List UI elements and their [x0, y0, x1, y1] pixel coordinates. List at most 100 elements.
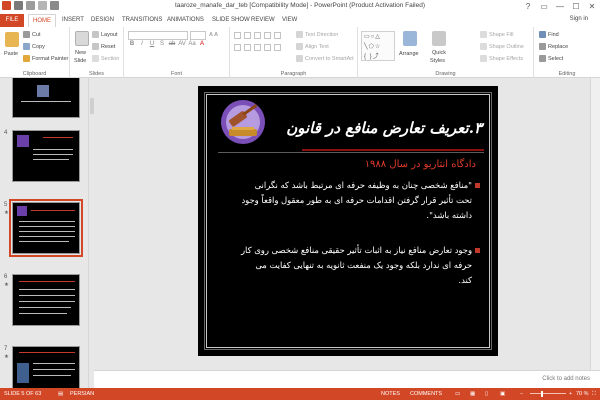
slide-thumbnail[interactable] [12, 274, 80, 326]
new-slide-button-line2[interactable]: Slide [74, 58, 86, 64]
select-label: Select [548, 55, 564, 62]
thumbnail-line [33, 363, 75, 364]
section-button[interactable]: Section [92, 55, 119, 62]
ribbon-display-button[interactable]: ▭ [536, 0, 552, 13]
normal-view-icon[interactable]: ▭ [455, 388, 460, 400]
tab-review[interactable]: REVIEW [247, 14, 279, 27]
sign-in-link[interactable]: Sign in [570, 16, 588, 22]
quick-styles-icon[interactable] [432, 31, 446, 46]
maximize-button[interactable]: ☐ [568, 0, 584, 13]
reset-button[interactable]: Reset [92, 43, 115, 50]
paragraph-group: Text Direction Align Text Convert to Sma… [230, 27, 358, 78]
change-case-icon[interactable]: Aa [188, 41, 196, 47]
char-spacing-icon[interactable]: AV [178, 41, 186, 47]
close-button[interactable]: ✕ [584, 0, 600, 13]
line-spacing-icon[interactable] [274, 32, 281, 39]
paste-button[interactable]: Paste [4, 51, 18, 57]
slide-subtitle[interactable]: دادگاه انتاریو در سال ۱۹۸۸ [365, 159, 476, 170]
align-left-icon[interactable] [234, 44, 241, 51]
zoom-slider[interactable] [530, 393, 566, 394]
zoom-slider-thumb[interactable] [541, 391, 543, 397]
bold-icon[interactable]: B [128, 41, 136, 47]
thumbnail-line [33, 154, 73, 155]
fit-to-window-icon[interactable]: ⛶ [592, 388, 596, 400]
increase-indent-icon[interactable] [264, 32, 271, 39]
font-color-icon[interactable]: A [198, 41, 206, 47]
notes-button[interactable]: NOTES [381, 388, 400, 400]
reset-icon [92, 43, 99, 50]
font-size-box[interactable] [190, 31, 206, 40]
grow-font-icon[interactable]: A A [209, 32, 218, 38]
numbering-icon[interactable] [244, 32, 251, 39]
find-icon [539, 31, 546, 38]
shadow-icon[interactable]: S [158, 41, 166, 47]
slides-group: New Slide Layout Reset Section Slides [70, 27, 124, 78]
slide-thumbnail-selected[interactable] [9, 199, 83, 257]
slide-paragraph-1[interactable]: "منافع شخصی چنان به وظیفه حرفه ای مرتبط … [240, 178, 472, 223]
slide-scrollbar[interactable] [590, 78, 600, 370]
replace-label: Replace [548, 43, 569, 50]
replace-button[interactable]: Replace [539, 43, 568, 50]
tab-home[interactable]: HOME [28, 14, 56, 27]
font-name-box[interactable] [128, 31, 188, 40]
current-slide[interactable]: ۳.تعریف تعارض منافع در قانون دادگاه انتا… [198, 86, 498, 356]
copy-button[interactable]: Copy [23, 43, 45, 50]
bullets-icon[interactable] [234, 32, 241, 39]
tab-transitions[interactable]: TRANSITIONS [118, 14, 166, 27]
zoom-out-button[interactable]: − [520, 388, 523, 400]
columns-icon[interactable] [274, 44, 281, 51]
tab-insert[interactable]: INSERT [58, 14, 88, 27]
shapes-gallery[interactable]: ▭○△ ╲⬠☆{ }⤴ [361, 31, 395, 61]
underline-icon[interactable]: U [148, 41, 156, 47]
select-button[interactable]: Select [539, 55, 563, 62]
paste-icon[interactable] [5, 32, 19, 47]
slideshow-view-icon[interactable]: ▣ [500, 388, 505, 400]
slide-title[interactable]: ۳.تعریف تعارض منافع در قانون [286, 119, 482, 137]
tab-animations[interactable]: ANIMATIONS [163, 14, 208, 27]
notes-pane[interactable]: Click to add notes [94, 370, 600, 388]
window-title: taaroze_manafe_dar_teb [Compatibility Mo… [174, 2, 425, 9]
slide-thumbnail[interactable] [12, 346, 80, 388]
slide-thumbnail[interactable] [12, 78, 80, 118]
shape-outline-button[interactable]: Shape Outline [480, 43, 524, 50]
comments-button[interactable]: COMMENTS [410, 388, 442, 400]
slide-sorter-icon[interactable]: ▦ [470, 388, 475, 400]
strikethrough-icon[interactable]: ab [168, 41, 176, 47]
new-slide-button[interactable]: New [75, 50, 86, 56]
tab-view[interactable]: VIEW [278, 14, 301, 27]
cut-button[interactable]: Cut [23, 31, 41, 38]
spellcheck-icon[interactable]: ▤ [58, 388, 63, 400]
layout-button[interactable]: Layout [92, 31, 118, 38]
slide-paragraph-2[interactable]: وجود تعارض منافع نیاز به اثبات تأثیر حقی… [240, 243, 472, 288]
arrange-icon[interactable] [403, 31, 417, 46]
tab-file[interactable]: FILE [0, 14, 24, 27]
quick-styles-button-line2[interactable]: Styles [430, 58, 445, 64]
align-right-icon[interactable] [254, 44, 261, 51]
arrange-button[interactable]: Arrange [399, 51, 419, 57]
convert-smartart-button[interactable]: Convert to SmartArt [296, 55, 354, 62]
decrease-indent-icon[interactable] [254, 32, 261, 39]
zoom-in-button[interactable]: + [569, 388, 572, 400]
text-direction-button[interactable]: Text Direction [296, 31, 338, 38]
list-buttons [234, 32, 281, 39]
align-center-icon[interactable] [244, 44, 251, 51]
reading-view-icon[interactable]: ▯ [485, 388, 488, 400]
slide-thumbnail[interactable] [12, 130, 80, 182]
quick-styles-button[interactable]: Quick [432, 50, 446, 56]
language-indicator[interactable]: PERSIAN [70, 388, 94, 400]
italic-icon[interactable]: I [138, 41, 146, 47]
slide-thumbnails-pane: 4 5 ★ 6 ★ 7 ★ [0, 78, 90, 388]
tab-design[interactable]: DESIGN [87, 14, 118, 27]
thumbnail-image [17, 206, 27, 216]
minimize-button[interactable]: — [552, 0, 568, 13]
status-bar: SLIDE 5 OF 63 ▤ PERSIAN NOTES COMMENTS ▭… [0, 388, 600, 400]
justify-icon[interactable] [264, 44, 271, 51]
find-button[interactable]: Find [539, 31, 559, 38]
help-button[interactable]: ? [520, 0, 536, 13]
zoom-level[interactable]: 70 % [576, 388, 589, 400]
shape-effects-button[interactable]: Shape Effects [480, 55, 523, 62]
format-painter-button[interactable]: Format Painter [23, 55, 68, 62]
shape-fill-button[interactable]: Shape Fill [480, 31, 513, 38]
align-text-button[interactable]: Align Text [296, 43, 329, 50]
new-slide-icon[interactable] [75, 31, 89, 46]
